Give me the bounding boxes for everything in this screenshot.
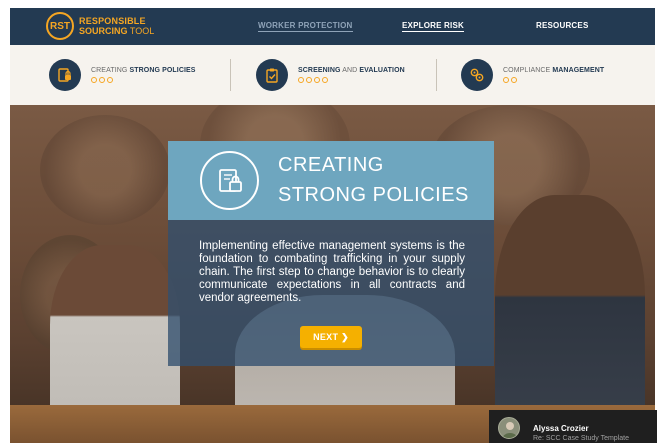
nav-resources[interactable]: RESOURCES	[536, 21, 588, 30]
email-notification-toast[interactable]: Alyssa Crozier Re: SCC Case Study Templa…	[489, 410, 657, 443]
hero-title-line-1: CREATING	[278, 154, 384, 176]
nav-worker-protection[interactable]: WORKER PROTECTION	[258, 21, 353, 32]
logo-line-2: SOURCING TOOL	[79, 26, 155, 36]
step-progress-dots	[503, 77, 604, 83]
step-divider	[436, 59, 437, 91]
gears-icon	[461, 59, 493, 91]
step-label: SCREENING AND EVALUATION	[298, 67, 405, 74]
step-label: COMPLIANCE MANAGEMENT	[503, 67, 605, 74]
hero-body-text: Implementing effective management system…	[199, 240, 465, 304]
logo-text: RESPONSIBLE SOURCING TOOL	[79, 16, 154, 36]
next-button[interactable]: NEXT ❯	[300, 326, 362, 348]
logo-line-1: RESPONSIBLE	[79, 16, 146, 26]
step-compliance-management[interactable]: COMPLIANCE MANAGEMENT	[461, 59, 604, 91]
logo[interactable]: RST RESPONSIBLE SOURCING TOOL	[46, 12, 154, 40]
step-creating-strong-policies[interactable]: CREATING STRONG POLICIES	[49, 59, 196, 91]
step-label: CREATING STRONG POLICIES	[91, 67, 196, 74]
top-navigation-bar: RST RESPONSIBLE SOURCING TOOL WORKER PRO…	[10, 8, 655, 45]
hero-title-line-2: STRONG POLICIES	[278, 184, 469, 206]
step-progress-dots	[91, 77, 196, 83]
toast-sender-name: Alyssa Crozier	[533, 424, 589, 433]
step-progress-bar: CREATING STRONG POLICIES SCREENING AND E…	[10, 45, 655, 105]
nav-explore-risk[interactable]: EXPLORE RISK	[402, 21, 464, 32]
toast-subject: Re: SCC Case Study Template	[533, 435, 629, 442]
step-divider	[230, 59, 231, 91]
policy-document-icon	[49, 59, 81, 91]
avatar	[498, 417, 520, 439]
document-lock-icon	[200, 151, 259, 210]
logo-badge: RST	[46, 12, 74, 40]
step-progress-dots	[298, 77, 405, 83]
step-screening-evaluation[interactable]: SCREENING AND EVALUATION	[256, 59, 405, 91]
clipboard-check-icon	[256, 59, 288, 91]
